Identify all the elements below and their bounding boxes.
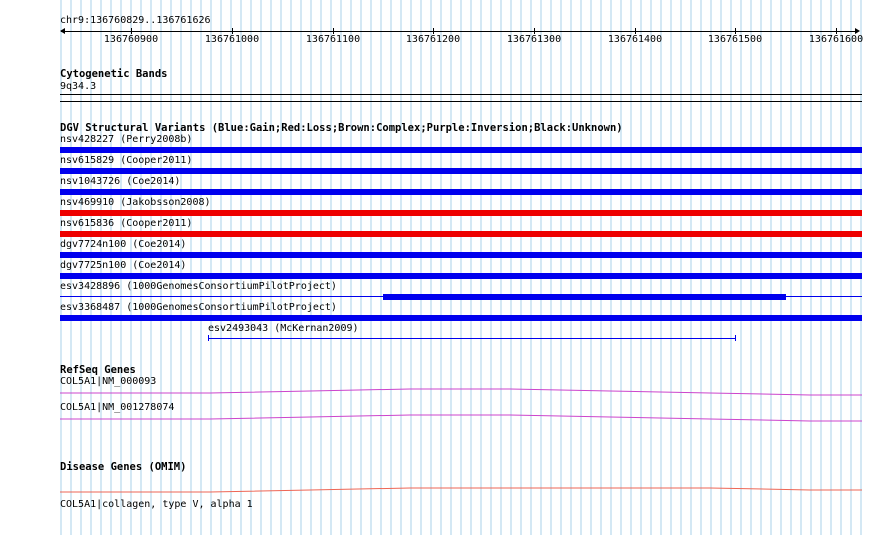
variant-bar-gain[interactable]	[60, 189, 862, 195]
gene-model-line[interactable]	[0, 484, 890, 494]
variant-label[interactable]: esv3368487 (1000GenomesConsortiumPilotPr…	[60, 302, 337, 314]
variant-interval-line[interactable]	[208, 338, 736, 339]
variant-label[interactable]: nsv469910 (Jakobsson2008)	[60, 197, 211, 209]
variant-label[interactable]: nsv615836 (Cooper2011)	[60, 218, 192, 230]
ruler-tick-label: 136761200	[405, 34, 461, 45]
variant-bar-gain[interactable]	[383, 294, 786, 300]
variant-bar-gain[interactable]	[60, 168, 862, 174]
ruler-line	[61, 31, 858, 32]
ruler-left-arrow-icon[interactable]	[60, 28, 65, 34]
gene-model-line[interactable]	[0, 412, 890, 422]
gene-label[interactable]: COL5A1|collagen, type V, alpha 1	[60, 499, 253, 511]
genome-browser-view: chr9:136760829..136761626 136760900 13676…	[0, 0, 890, 535]
omim-track-title: Disease Genes (OMIM)	[60, 461, 187, 473]
variant-bar-gain[interactable]	[60, 147, 862, 153]
variant-label[interactable]: nsv1043726 (Coe2014)	[60, 176, 180, 188]
refseq-track-title: RefSeq Genes	[60, 364, 136, 376]
variant-interval-end	[735, 335, 736, 341]
variant-bar-gain[interactable]	[60, 315, 862, 321]
variant-label[interactable]: esv2493043 (McKernan2009)	[208, 323, 359, 335]
ruler-tick-label: 136761500	[707, 34, 763, 45]
variant-label[interactable]: esv3428896 (1000GenomesConsortiumPilotPr…	[60, 281, 337, 293]
ruler-range-label: chr9:136760829..136761626	[60, 15, 211, 26]
variant-bar-gain[interactable]	[60, 252, 862, 258]
dgv-track-title: DGV Structural Variants (Blue:Gain;Red:L…	[60, 122, 623, 134]
variant-label[interactable]: dgv7724n100 (Coe2014)	[60, 239, 186, 251]
ruler-tick-label: 136761300	[506, 34, 562, 45]
cytoband-top-border	[60, 94, 862, 95]
gene-model-line[interactable]	[0, 386, 890, 396]
cytoband-label[interactable]: 9q34.3	[60, 81, 96, 93]
cytoband-bottom-border	[60, 101, 862, 102]
ruler-tick-label: 136761100	[305, 34, 361, 45]
variant-bar-gain[interactable]	[60, 273, 862, 279]
variant-label[interactable]: nsv615829 (Cooper2011)	[60, 155, 192, 167]
cytoband-track-title: Cytogenetic Bands	[60, 68, 168, 80]
ruler-tick-label: 136761400	[607, 34, 663, 45]
variant-label[interactable]: dgv7725n100 (Coe2014)	[60, 260, 186, 272]
ruler-tick-label: 136760900	[103, 34, 159, 45]
variant-interval-start	[208, 335, 209, 341]
variant-label[interactable]: nsv428227 (Perry2008b)	[60, 134, 192, 146]
ruler-tick-label: 136761000	[204, 34, 260, 45]
variant-bar-loss[interactable]	[60, 231, 862, 237]
variant-bar-loss[interactable]	[60, 210, 862, 216]
ruler-tick-label: 136761600	[808, 34, 864, 45]
